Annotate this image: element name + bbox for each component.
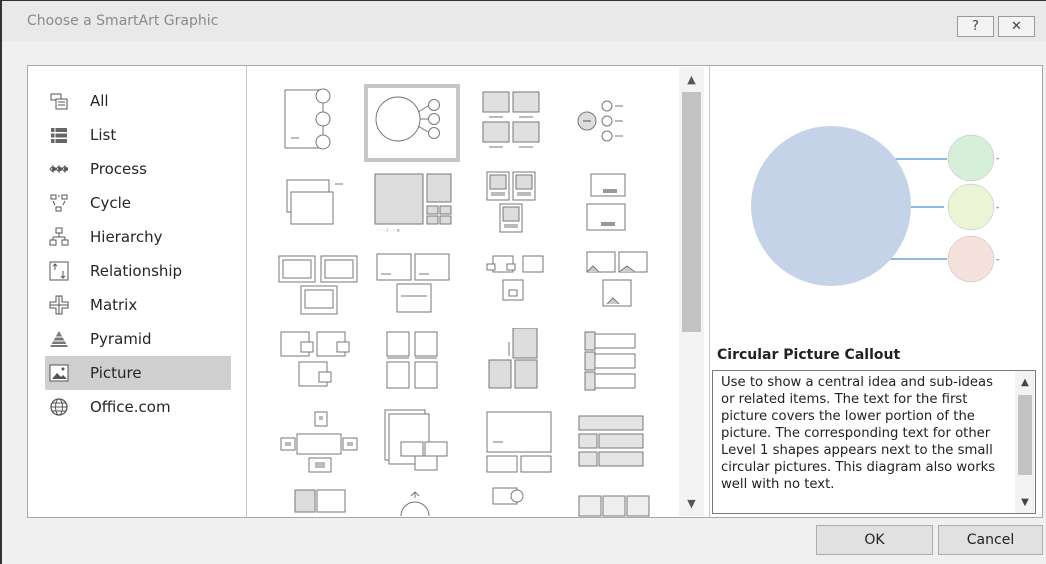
category-label: Relationship: [90, 262, 183, 280]
chevron-up-icon[interactable]: ▲: [679, 69, 704, 89]
layout-thumbnail[interactable]: [275, 328, 371, 406]
cycle-icon: [49, 193, 69, 213]
main-picture-circle: [751, 126, 911, 286]
layout-thumbnail[interactable]: [467, 486, 563, 517]
category-label: All: [90, 92, 109, 110]
ok-button[interactable]: OK: [816, 525, 933, 555]
layout-thumbnail-selected[interactable]: [364, 84, 460, 162]
category-office-com[interactable]: Office.com: [45, 390, 231, 424]
close-button[interactable]: ✕: [998, 16, 1035, 37]
category-label: Cycle: [90, 194, 131, 212]
category-relationship[interactable]: Relationship: [45, 254, 231, 288]
layout-thumbnail[interactable]: [371, 250, 467, 328]
layout-thumbnail[interactable]: [275, 250, 371, 328]
list-icon: [49, 125, 69, 145]
help-button[interactable]: ?: [957, 16, 994, 37]
category-all[interactable]: All: [45, 84, 231, 118]
layout-gallery: · · · / · · ×: [247, 66, 710, 517]
category-label: Hierarchy: [90, 228, 163, 246]
scrollbar-thumb[interactable]: [682, 92, 701, 332]
matrix-icon: [49, 295, 69, 315]
svg-text:-: -: [996, 255, 999, 265]
category-label: List: [90, 126, 117, 144]
category-label: Office.com: [90, 398, 171, 416]
layout-thumbnail[interactable]: [371, 486, 467, 517]
category-label: Matrix: [90, 296, 138, 314]
sub-picture-circle-2: [947, 183, 995, 231]
preview-diagram: - - -: [751, 126, 999, 286]
category-hierarchy[interactable]: Hierarchy: [45, 220, 231, 254]
category-label: Picture: [90, 364, 142, 382]
chevron-down-icon[interactable]: ▼: [1015, 493, 1035, 511]
title-bar: Choose a SmartArt Graphic ? ✕: [2, 1, 1046, 41]
svg-text:-: -: [996, 203, 999, 213]
description-scrollbar[interactable]: ▲ ▼: [1015, 371, 1035, 513]
smartart-dialog: Choose a SmartArt Graphic ? ✕ All List P…: [0, 0, 1046, 564]
category-process[interactable]: Process: [45, 152, 231, 186]
category-list-item[interactable]: List: [45, 118, 231, 152]
category-label: Process: [90, 160, 147, 178]
cancel-button[interactable]: Cancel: [938, 525, 1043, 555]
dialog-content: All List Process Cycle Hierarchy Relatio…: [27, 65, 1043, 518]
category-pyramid[interactable]: Pyramid: [45, 322, 231, 356]
gallery-scrollbar[interactable]: ▲ ▼: [679, 67, 704, 516]
sub-picture-circle-3: [947, 235, 995, 283]
layout-thumbnail[interactable]: [467, 406, 563, 484]
layout-thumbnail[interactable]: [563, 170, 659, 248]
layout-thumbnail[interactable]: [275, 406, 371, 484]
layout-thumbnail[interactable]: [275, 486, 371, 517]
category-cycle[interactable]: Cycle: [45, 186, 231, 220]
preview-title: Circular Picture Callout: [717, 347, 901, 363]
scrollbar-thumb[interactable]: [1018, 395, 1032, 475]
pyramid-icon: [49, 329, 69, 349]
svg-text:· · · / · · ×: · · · / · · ×: [377, 228, 400, 234]
all-icon: [49, 91, 69, 111]
category-picture[interactable]: Picture: [45, 356, 231, 390]
category-list: All List Process Cycle Hierarchy Relatio…: [28, 66, 247, 517]
layout-thumbnail[interactable]: [371, 406, 467, 484]
description-box: Use to show a central idea and sub-ideas…: [712, 370, 1036, 514]
category-matrix[interactable]: Matrix: [45, 288, 231, 322]
hierarchy-icon: [49, 227, 69, 247]
sub-picture-circle-1: [947, 134, 995, 182]
chevron-up-icon[interactable]: ▲: [1015, 373, 1035, 391]
layout-thumbnail[interactable]: [371, 328, 467, 406]
layout-thumbnail[interactable]: [563, 84, 659, 162]
relationship-icon: [49, 261, 69, 281]
svg-text:-: -: [996, 154, 999, 164]
layout-thumbnail[interactable]: [563, 250, 659, 328]
globe-icon: [49, 397, 69, 417]
description-text: Use to show a central idea and sub-ideas…: [721, 375, 996, 492]
layout-thumbnail[interactable]: [467, 250, 563, 328]
process-icon: [49, 159, 69, 179]
layout-thumbnail[interactable]: · · · / · · ×: [371, 170, 467, 248]
layout-thumbnail[interactable]: [563, 406, 659, 484]
layout-thumbnail[interactable]: [467, 328, 563, 406]
layout-thumbnail[interactable]: [563, 328, 659, 406]
layout-thumbnail[interactable]: [275, 170, 371, 248]
layout-thumbnail[interactable]: [275, 84, 371, 162]
layout-thumbnail[interactable]: [563, 486, 659, 517]
layout-thumbnail[interactable]: [467, 170, 563, 248]
layout-thumbnail[interactable]: [467, 84, 563, 162]
dialog-title: Choose a SmartArt Graphic: [27, 13, 219, 29]
preview-pane: - - - Circular Picture Callout Use to sh…: [709, 66, 1043, 517]
chevron-down-icon[interactable]: ▼: [679, 493, 704, 513]
category-label: Pyramid: [90, 330, 152, 348]
picture-icon: [49, 363, 69, 383]
